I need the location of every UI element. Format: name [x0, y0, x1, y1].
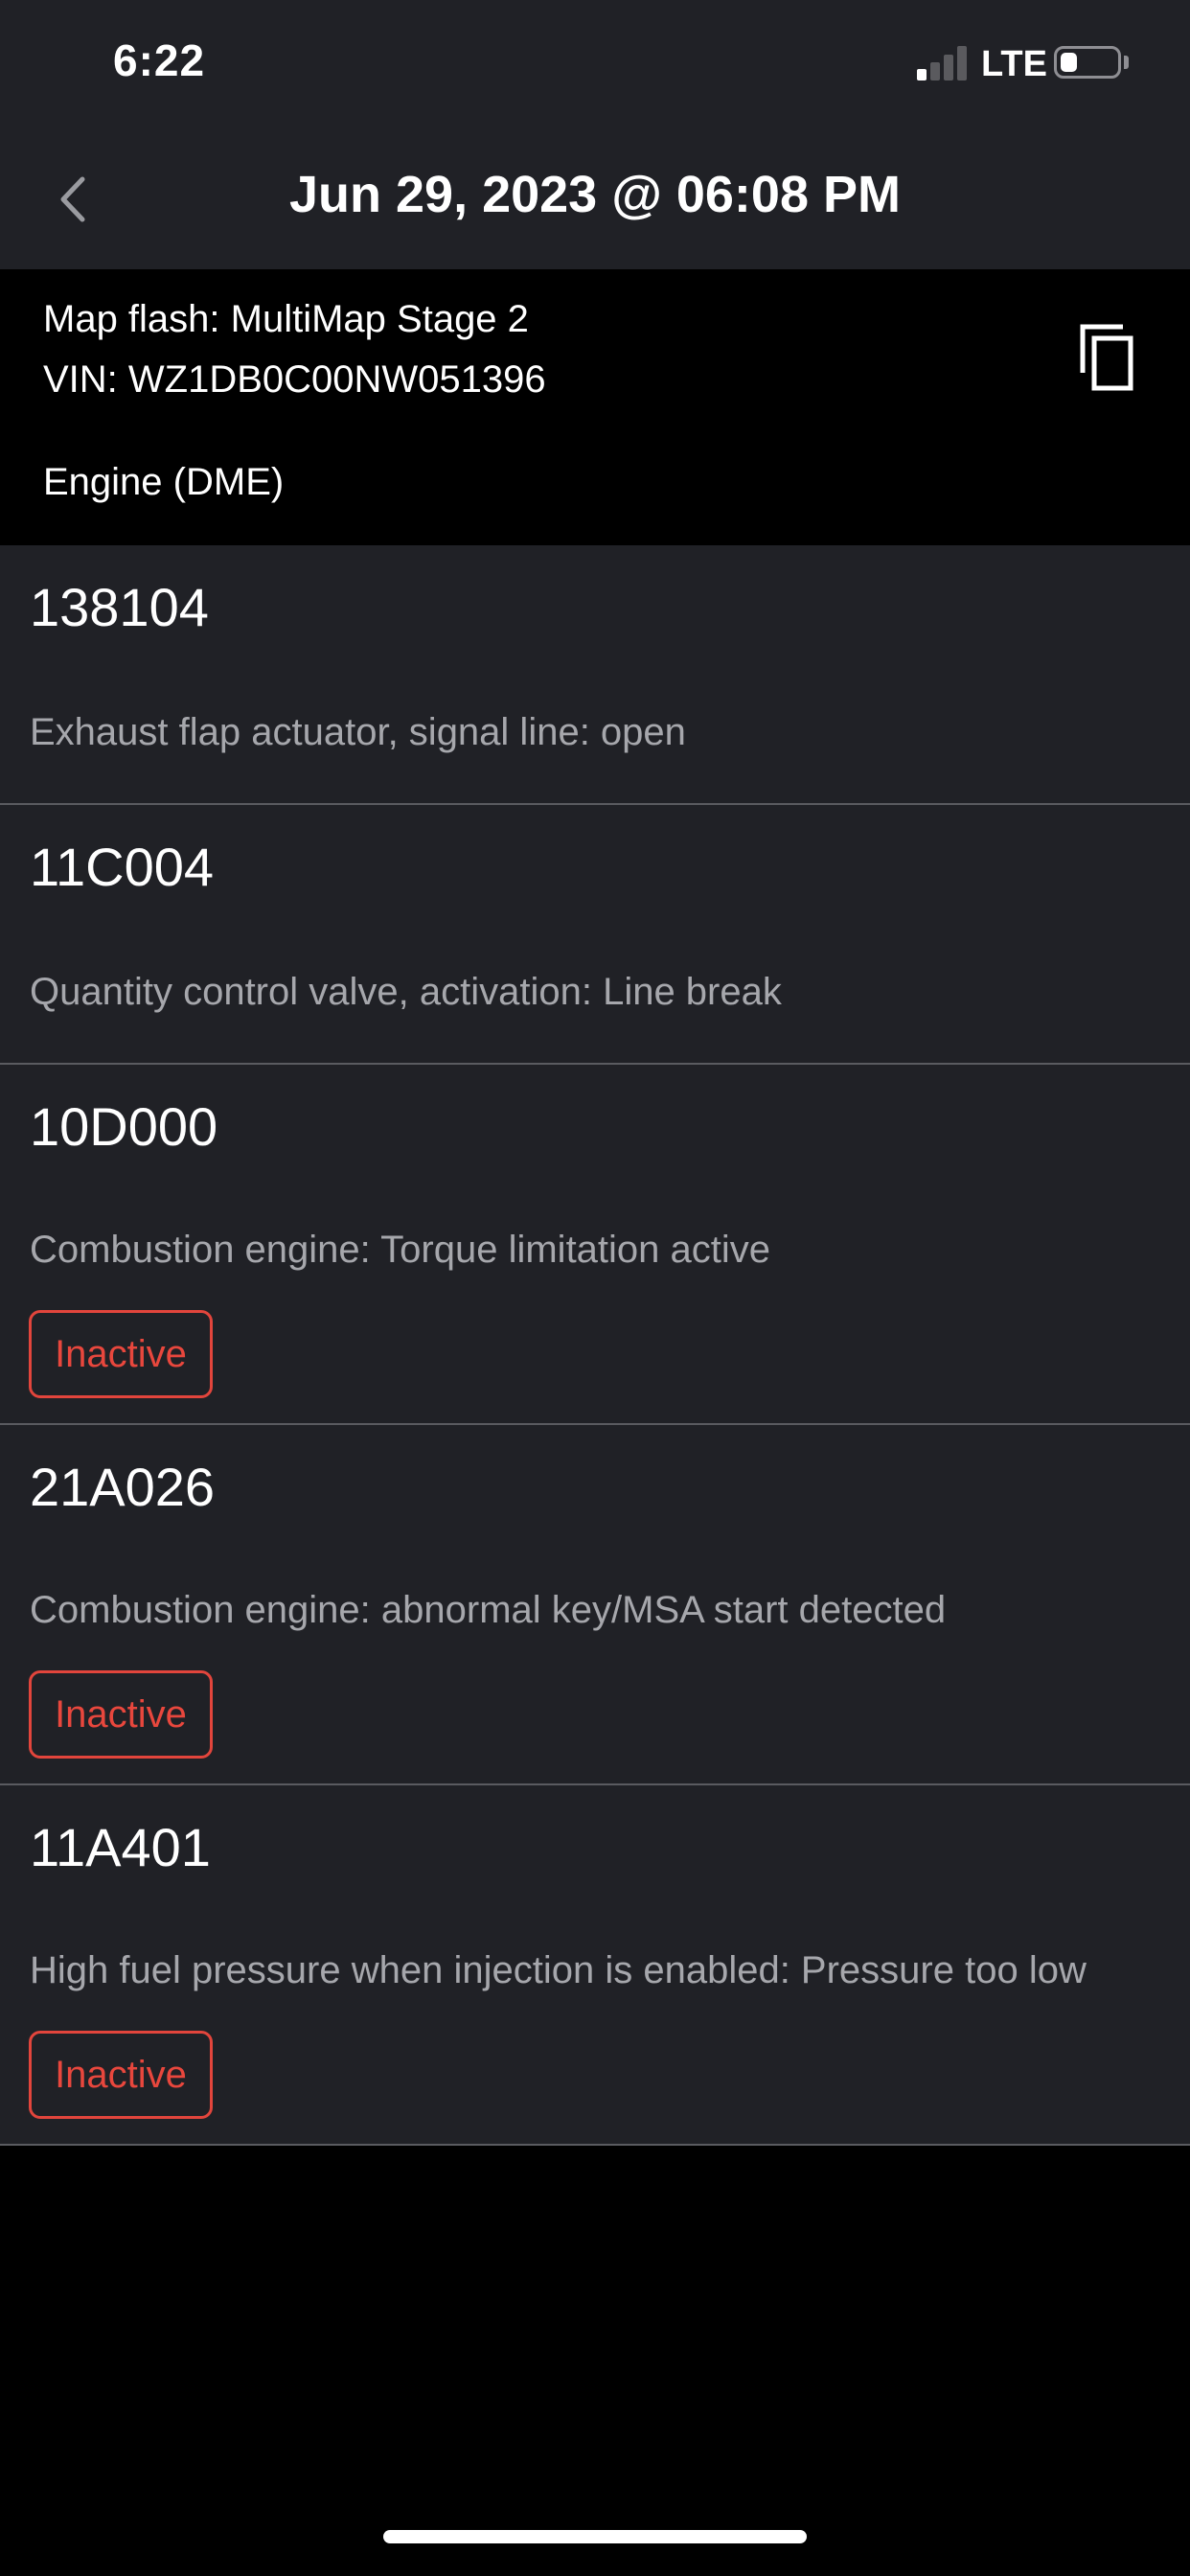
fault-code: 10D000 — [30, 1096, 218, 1157]
vin-label: VIN: WZ1DB0C00NW051396 — [43, 358, 546, 401]
screen: 6:22 LTE Jun 29, 2023 @ 06:08 PM Map fla… — [0, 0, 1190, 2576]
module-label: Engine (DME) — [43, 461, 285, 503]
signal-strength-icon — [917, 46, 971, 80]
copy-icon — [1080, 324, 1133, 391]
copy-button[interactable] — [1073, 319, 1150, 396]
fault-item[interactable]: 10D000 Combustion engine: Torque limitat… — [0, 1065, 1190, 1425]
network-type: LTE — [981, 44, 1047, 84]
fault-description: High fuel pressure when injection is ena… — [30, 1949, 1087, 1991]
fault-description: Exhaust flap actuator, signal line: open — [30, 711, 686, 753]
fault-item[interactable]: 138104 Exhaust flap actuator, signal lin… — [0, 545, 1190, 805]
fault-description: Combustion engine: Torque limitation act… — [30, 1229, 771, 1271]
page-title: Jun 29, 2023 @ 06:08 PM — [289, 166, 901, 223]
status-badge: Inactive — [29, 1670, 213, 1759]
status-badge: Inactive — [29, 2031, 213, 2119]
fault-item[interactable]: 21A026 Combustion engine: abnormal key/M… — [0, 1425, 1190, 1785]
fault-code: 138104 — [30, 577, 209, 637]
chevron-left-icon — [60, 176, 85, 222]
signal-bar — [917, 69, 927, 80]
signal-bar — [930, 62, 940, 80]
top-bar: 6:22 LTE Jun 29, 2023 @ 06:08 PM — [0, 0, 1190, 269]
status-badge: Inactive — [29, 1310, 213, 1398]
back-button[interactable] — [38, 161, 105, 238]
battery-icon — [1054, 46, 1121, 79]
battery-cap — [1124, 56, 1129, 69]
fault-description: Combustion engine: abnormal key/MSA star… — [30, 1589, 947, 1631]
fault-code: 11A401 — [30, 1817, 211, 1877]
fault-code: 21A026 — [30, 1457, 216, 1517]
map-flash-label: Map flash: MultiMap Stage 2 — [43, 298, 529, 340]
status-time: 6:22 — [113, 35, 206, 85]
fault-item[interactable]: 11C004 Quantity control valve, activatio… — [0, 805, 1190, 1065]
signal-bar — [957, 46, 967, 80]
fault-code: 11C004 — [30, 837, 215, 897]
fault-description: Quantity control valve, activation: Line… — [30, 971, 782, 1013]
signal-bar — [944, 55, 953, 80]
home-indicator[interactable] — [383, 2530, 807, 2543]
fault-list: 138104 Exhaust flap actuator, signal lin… — [0, 545, 1190, 2146]
fault-item[interactable]: 11A401 High fuel pressure when injection… — [0, 1785, 1190, 2146]
battery-level — [1061, 53, 1077, 72]
session-info: Map flash: MultiMap Stage 2 VIN: WZ1DB0C… — [0, 269, 1190, 545]
